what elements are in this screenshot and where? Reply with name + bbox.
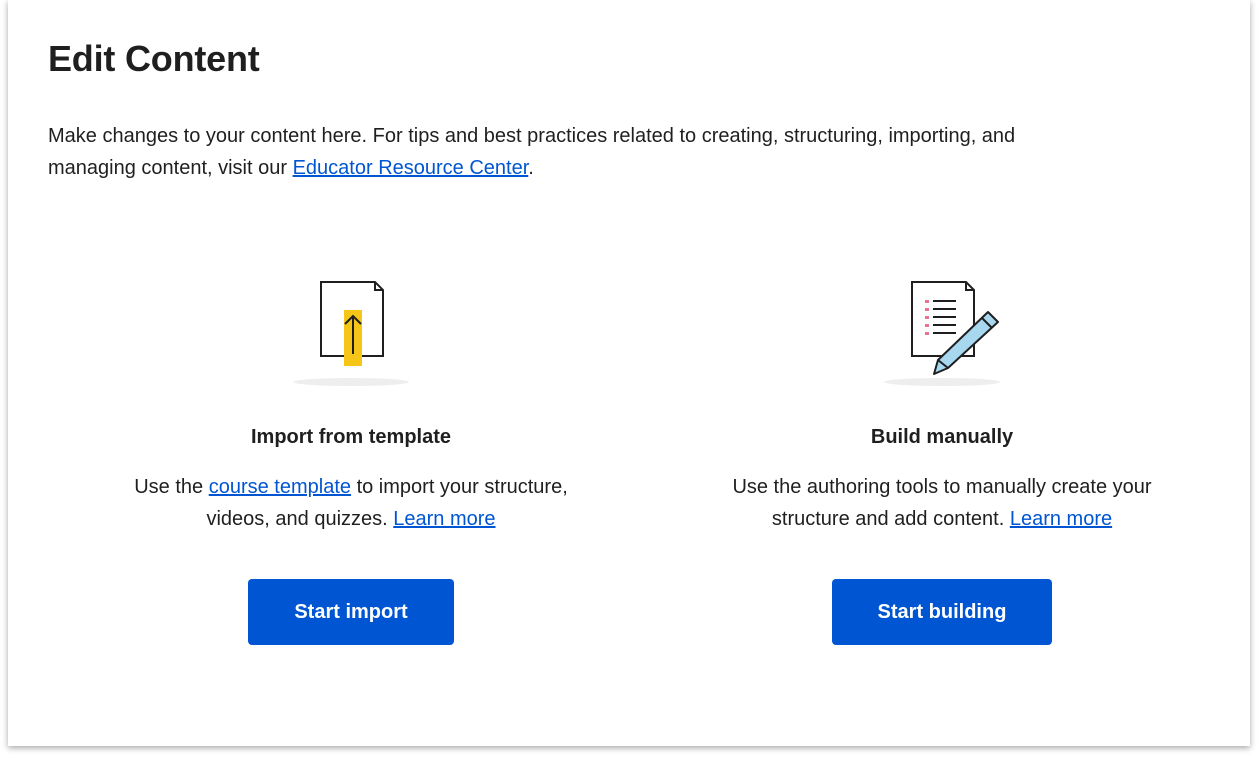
start-import-button[interactable]: Start import <box>248 579 454 645</box>
course-template-link[interactable]: course template <box>209 476 351 498</box>
edit-content-panel: Edit Content Make changes to your conten… <box>8 0 1250 746</box>
import-from-template-card: Import from template Use the course temp… <box>71 270 631 645</box>
build-card-title: Build manually <box>870 426 1014 448</box>
document-upload-icon <box>293 281 409 386</box>
document-pencil-icon <box>884 281 1000 386</box>
intro-paragraph: Make changes to your content here. For t… <box>48 120 1028 184</box>
build-card-description: Use the authoring tools to manually crea… <box>702 471 1182 535</box>
import-card-description: Use the course template to import your s… <box>111 471 591 535</box>
import-card-title: Import from template <box>250 426 452 448</box>
import-desc-prefix: Use the <box>134 476 209 498</box>
build-learn-more-link[interactable]: Learn more <box>1010 508 1112 530</box>
page-title: Edit Content <box>48 38 260 79</box>
intro-period: . <box>528 157 534 179</box>
import-learn-more-link[interactable]: Learn more <box>393 508 495 530</box>
start-building-button[interactable]: Start building <box>832 579 1052 645</box>
build-manually-card: Build manually Use the authoring tools t… <box>662 270 1222 645</box>
educator-resource-center-link[interactable]: Educator Resource Center <box>293 157 529 179</box>
